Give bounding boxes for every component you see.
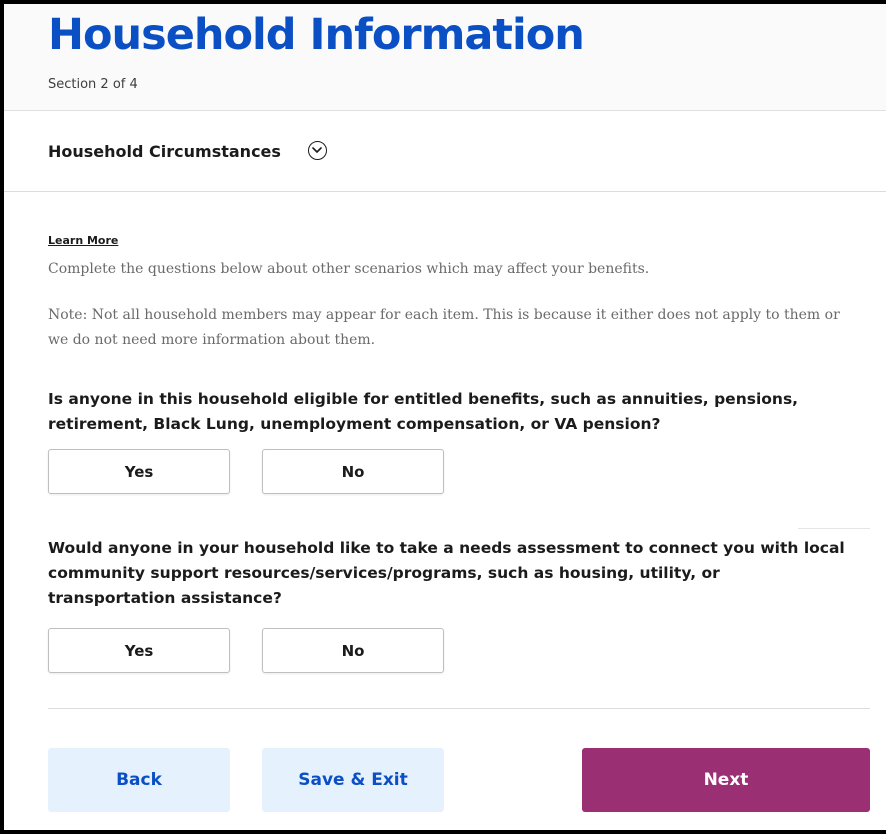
page-title: Household Information <box>48 10 585 60</box>
note-text: Note: Not all household members may appe… <box>48 307 840 348</box>
back-button[interactable]: Back <box>48 748 230 812</box>
needs-assessment-yes-button[interactable]: Yes <box>48 628 230 673</box>
needs-assessment-no-button[interactable]: No <box>262 628 444 673</box>
learn-more-link[interactable]: Learn More <box>48 234 118 247</box>
save-exit-button[interactable]: Save & Exit <box>262 748 444 812</box>
subsection-title: Household Circumstances <box>48 142 281 161</box>
footer-divider <box>48 708 870 709</box>
instructions-text: Complete the questions below about other… <box>48 261 650 277</box>
next-button[interactable]: Next <box>582 748 870 812</box>
divider <box>798 528 870 529</box>
question-entitled-benefits: Is anyone in this household eligible for… <box>48 390 799 433</box>
section-progress: Section 2 of 4 <box>48 77 138 92</box>
chevron-down-circle-icon[interactable] <box>308 141 327 160</box>
entitled-benefits-no-button[interactable]: No <box>262 449 444 494</box>
subsection-header[interactable]: Household Circumstances <box>4 111 886 192</box>
entitled-benefits-yes-button[interactable]: Yes <box>48 449 230 494</box>
question-needs-assessment: Would anyone in your household like to t… <box>48 539 845 607</box>
page-header: Household Information Section 2 of 4 <box>4 4 886 111</box>
